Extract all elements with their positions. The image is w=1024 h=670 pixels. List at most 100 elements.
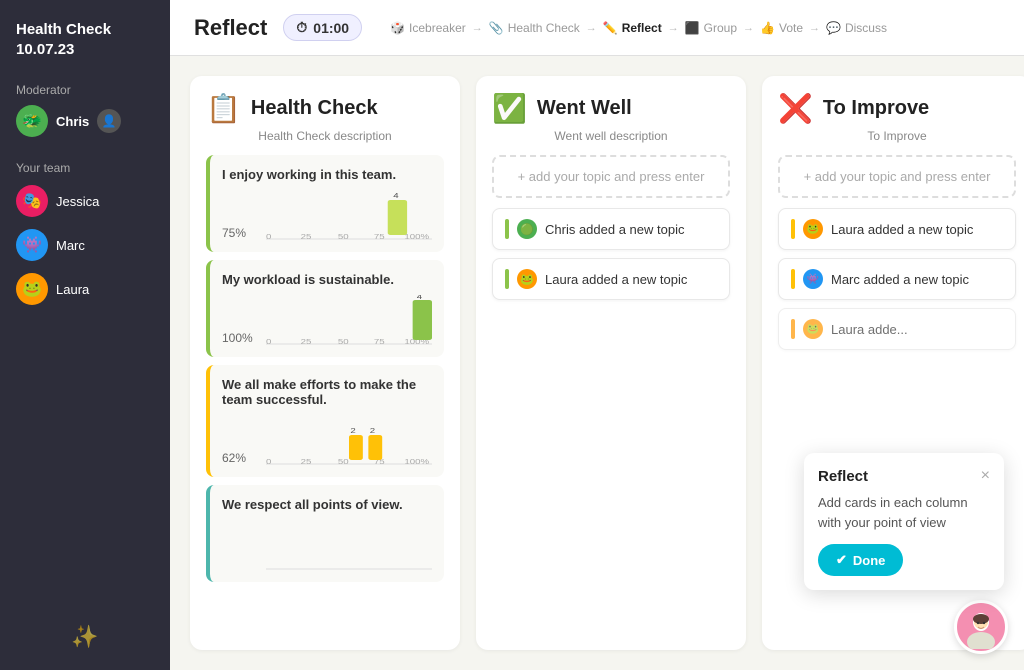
moderator-icon: 👤 (97, 109, 121, 133)
icebreaker-label: Icebreaker (409, 21, 466, 35)
hc-item-3-text: We all make efforts to make the team suc… (222, 377, 432, 407)
board: 📋 Health Check Health Check description … (170, 56, 1024, 670)
breadcrumb-group: ⬛ Group (685, 21, 737, 35)
done-check-icon: ✔ (836, 552, 847, 568)
col3-header: ❌ To Improve (778, 92, 1016, 125)
timer-value: 01:00 (313, 20, 349, 36)
page-title: Reflect (194, 15, 267, 41)
breadcrumb-discuss: 💬 Discuss (826, 21, 887, 35)
tooltip-header: Reflect × (818, 467, 990, 485)
floating-user-avatar (954, 600, 1008, 654)
healthcheck-icon: 📎 (489, 21, 504, 35)
avatar-topic-laura-ti: 🐸 (803, 219, 823, 239)
arrow-5: → (809, 22, 820, 34)
svg-text:100%: 100% (404, 457, 429, 465)
hc-percent-1: 75% (222, 226, 258, 240)
hc-percent-2: 100% (222, 331, 258, 345)
avatar-topic-laura-ww: 🐸 (517, 269, 537, 289)
hc-percent-3: 62% (222, 451, 258, 465)
hc-item-1-text: I enjoy working in this team. (222, 167, 432, 182)
svg-text:2: 2 (370, 426, 376, 434)
avatar-laura: 🐸 (16, 273, 48, 305)
topic-card-laura-ww: 🐸 Laura added a new topic (492, 258, 730, 300)
col1-header: 📋 Health Check (206, 92, 444, 125)
svg-text:50: 50 (338, 232, 349, 240)
svg-text:0: 0 (266, 337, 272, 345)
sidebar-footer: ✨ (16, 624, 154, 650)
svg-text:4: 4 (393, 191, 399, 199)
timer-badge: ⏱ 01:00 (283, 14, 362, 41)
hc-bar-area-4 (222, 520, 432, 570)
hc-item-4-text: We respect all points of view. (222, 497, 432, 512)
col2-icon: ✅ (492, 92, 527, 125)
moderator-avatar: 🐲 (16, 105, 48, 137)
team-member-marc: 👾 Marc (16, 229, 154, 261)
col3-desc: To Improve (778, 129, 1016, 143)
avatar-jessica: 🎭 (16, 185, 48, 217)
breadcrumb-reflect: ✏️ Reflect (603, 21, 662, 35)
dot-laura-ti2 (791, 319, 795, 339)
column-went-well: ✅ Went Well Went well description + add … (476, 76, 746, 650)
member-name-laura: Laura (56, 282, 89, 297)
topic-card-laura-ti2: 🐸 Laura adde... (778, 308, 1016, 350)
col2-title: Went Well (537, 97, 632, 120)
vote-icon: 👍 (760, 21, 775, 35)
reflect-label: Reflect (622, 21, 662, 35)
arrow-3: → (668, 22, 679, 34)
hc-item-1: I enjoy working in this team. 75% 0 25 5… (206, 155, 444, 252)
topic-text-chris: Chris added a new topic (545, 222, 684, 237)
hc-item-2: My workload is sustainable. 100% 0 25 50… (206, 260, 444, 357)
svg-text:25: 25 (301, 337, 312, 345)
team-section: Your team 🎭 Jessica 👾 Marc 🐸 Laura (16, 161, 154, 317)
svg-text:75: 75 (374, 232, 385, 240)
add-topic-to-improve[interactable]: + add your topic and press enter (778, 155, 1016, 198)
arrow-4: → (743, 22, 754, 34)
col1-title: Health Check (251, 97, 378, 120)
breadcrumb-healthcheck: 📎 Health Check (489, 21, 580, 35)
topic-card-chris: 🟢 Chris added a new topic (492, 208, 730, 250)
team-member-laura: 🐸 Laura (16, 273, 154, 305)
hc-chart-2: 0 25 50 75 100% 4 (266, 295, 432, 345)
hc-bar-area-2: 100% 0 25 50 75 100% 4 (222, 295, 432, 345)
col3-icon: ❌ (778, 92, 813, 125)
svg-text:0: 0 (266, 232, 272, 240)
arrow-2: → (586, 22, 597, 34)
hc-item-2-text: My workload is sustainable. (222, 272, 432, 287)
dot-chris (505, 219, 509, 239)
group-icon: ⬛ (685, 21, 700, 35)
column-health-check: 📋 Health Check Health Check description … (190, 76, 460, 650)
timer-icon: ⏱ (296, 19, 307, 36)
avatar-marc: 👾 (16, 229, 48, 261)
svg-text:25: 25 (301, 457, 312, 465)
topic-card-laura-ti: 🐸 Laura added a new topic (778, 208, 1016, 250)
svg-text:4: 4 (417, 295, 423, 301)
moderator-name: Chris (56, 114, 89, 129)
team-member-jessica: 🎭 Jessica (16, 185, 154, 217)
svg-text:0: 0 (266, 457, 272, 465)
topic-card-marc-ti: 👾 Marc added a new topic (778, 258, 1016, 300)
hc-item-3: We all make efforts to make the team suc… (206, 365, 444, 477)
svg-text:50: 50 (338, 457, 349, 465)
tooltip-title: Reflect (818, 468, 868, 485)
breadcrumb-vote: 👍 Vote (760, 21, 803, 35)
topic-text-laura-ti: Laura added a new topic (831, 222, 973, 237)
moderator-label: Moderator (16, 83, 154, 97)
tooltip-close-button[interactable]: × (981, 467, 990, 485)
moderator-row: 🐲 Chris 👤 (16, 105, 154, 137)
avatar-topic-laura-ti2: 🐸 (803, 319, 823, 339)
avatar-topic-chris: 🟢 (517, 219, 537, 239)
hc-chart-3: 0 25 50 75 100% 2 2 (266, 415, 432, 465)
tooltip-done-button[interactable]: ✔ Done (818, 544, 903, 576)
member-name-jessica: Jessica (56, 194, 99, 209)
col1-icon: 📋 (206, 92, 241, 125)
svg-text:2: 2 (350, 426, 356, 434)
member-name-marc: Marc (56, 238, 85, 253)
hc-chart-4 (266, 520, 432, 570)
done-label: Done (853, 553, 886, 568)
dot-marc-ti (791, 269, 795, 289)
reflect-icon: ✏️ (603, 21, 618, 35)
svg-text:50: 50 (338, 337, 349, 345)
topic-text-laura-ww: Laura added a new topic (545, 272, 687, 287)
add-topic-went-well[interactable]: + add your topic and press enter (492, 155, 730, 198)
main-content: Reflect ⏱ 01:00 🎲 Icebreaker → 📎 Health … (170, 0, 1024, 670)
